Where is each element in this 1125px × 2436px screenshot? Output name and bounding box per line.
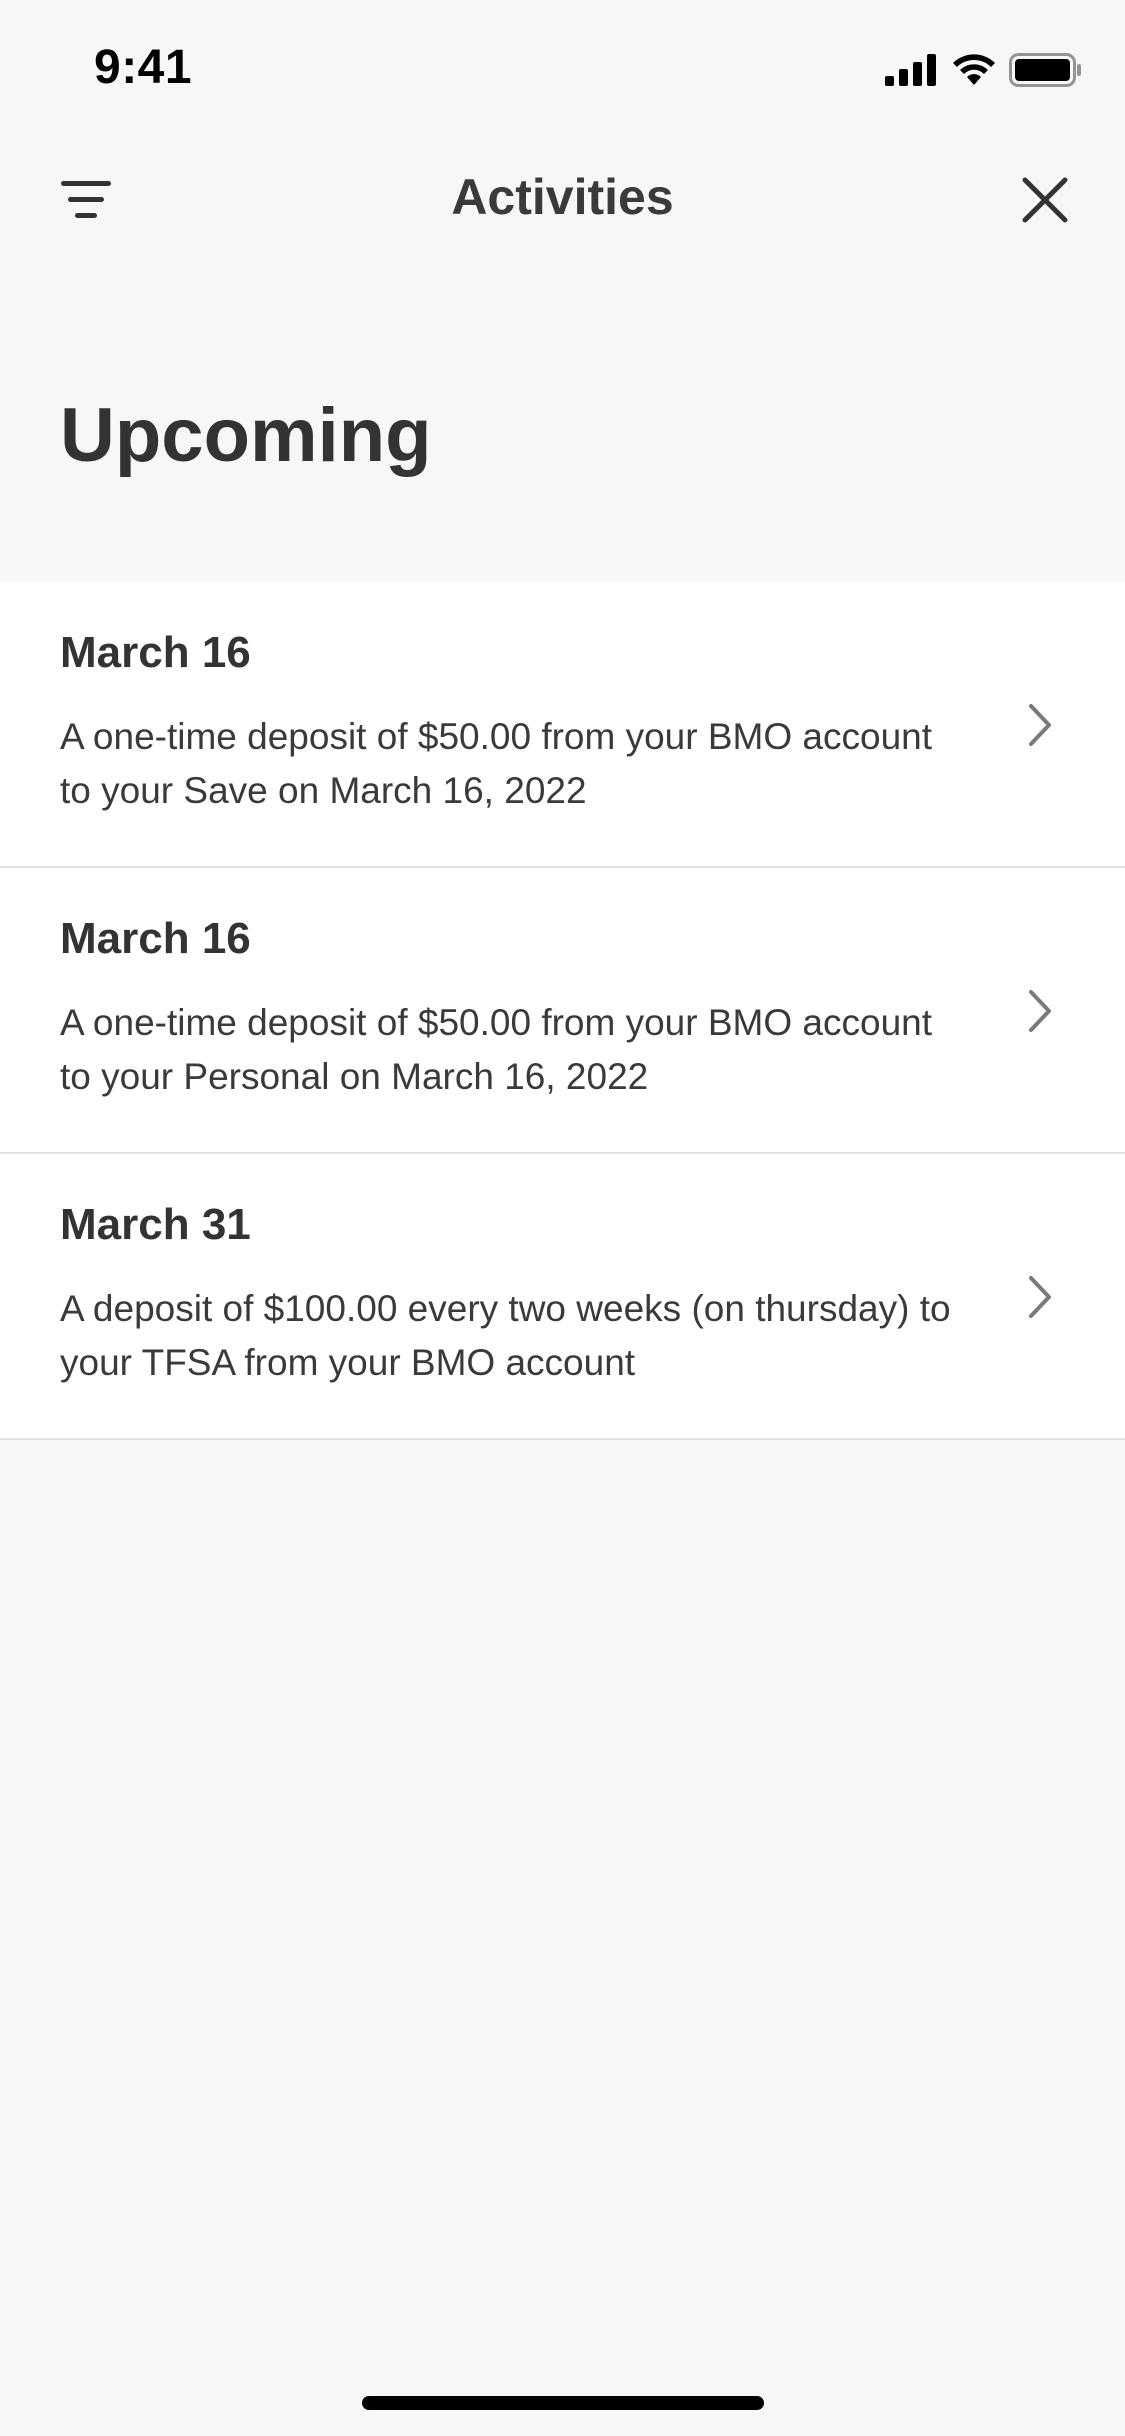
chevron-right-icon	[1029, 704, 1051, 746]
activity-date: March 16	[60, 628, 251, 677]
activity-item[interactable]: March 16 A one-time deposit of $50.00 fr…	[0, 582, 1125, 868]
home-indicator[interactable]	[362, 2396, 764, 2410]
close-icon	[1022, 177, 1068, 223]
cellular-signal-icon	[885, 54, 936, 86]
status-bar: 9:41	[0, 0, 1125, 132]
status-icons	[885, 48, 1083, 92]
battery-icon	[1009, 53, 1081, 87]
close-button[interactable]	[1015, 170, 1075, 230]
activity-item[interactable]: March 31 A deposit of $100.00 every two …	[0, 1154, 1125, 1440]
activity-date: March 31	[60, 1200, 251, 1249]
nav-bar: Activities	[0, 150, 1125, 250]
page-title: Activities	[451, 169, 674, 225]
wifi-icon	[953, 54, 995, 85]
activity-list: March 16 A one-time deposit of $50.00 fr…	[0, 582, 1125, 1440]
activity-date: March 16	[60, 914, 251, 963]
chevron-right-icon	[1029, 990, 1051, 1032]
activity-description: A one-time deposit of $50.00 from your B…	[60, 1002, 933, 1097]
status-time: 9:41	[94, 41, 193, 94]
section-title: Upcoming	[60, 393, 432, 478]
activity-item[interactable]: March 16 A one-time deposit of $50.00 fr…	[0, 868, 1125, 1154]
activity-description: A deposit of $100.00 every two weeks (on…	[60, 1288, 951, 1383]
chevron-right-icon	[1029, 1276, 1051, 1318]
activity-description: A one-time deposit of $50.00 from your B…	[60, 716, 933, 811]
